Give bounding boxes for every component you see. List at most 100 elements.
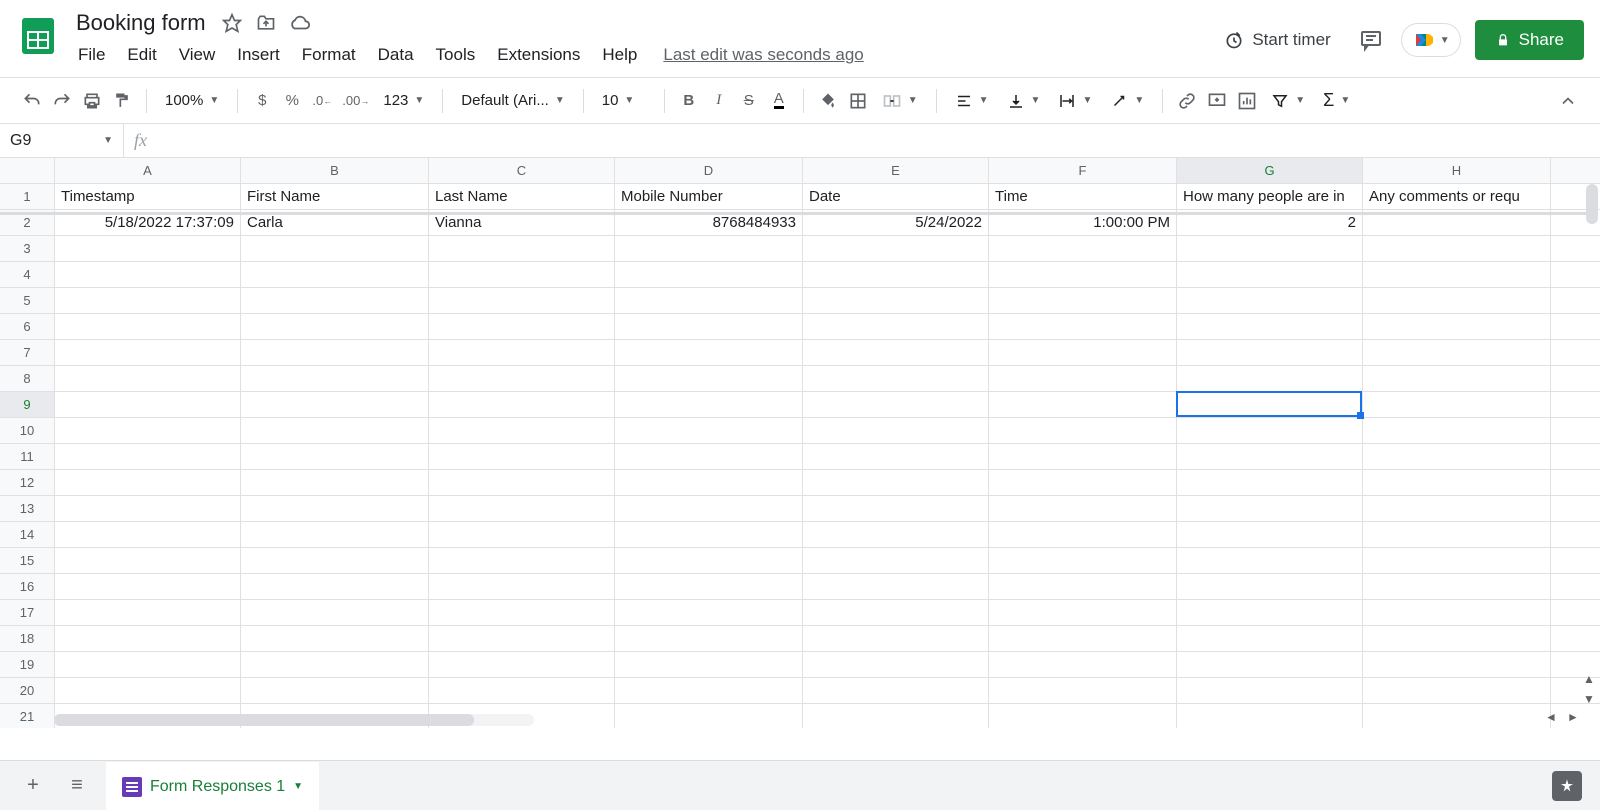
- spreadsheet-grid[interactable]: ABCDEFGH1TimestampFirst NameLast NameMob…: [0, 158, 1600, 728]
- cell[interactable]: [241, 366, 429, 392]
- cell[interactable]: [1363, 366, 1551, 392]
- cell[interactable]: [989, 262, 1177, 288]
- cell[interactable]: [1363, 470, 1551, 496]
- cell[interactable]: [1551, 288, 1600, 314]
- row-header[interactable]: 8: [0, 366, 55, 392]
- select-all-corner[interactable]: [0, 158, 55, 184]
- italic-button[interactable]: I: [705, 86, 733, 116]
- cell[interactable]: [803, 704, 989, 728]
- cell[interactable]: [1177, 574, 1363, 600]
- cell[interactable]: [1177, 496, 1363, 522]
- row-header[interactable]: 3: [0, 236, 55, 262]
- cell[interactable]: [989, 704, 1177, 728]
- cell[interactable]: [241, 600, 429, 626]
- cell[interactable]: [615, 366, 803, 392]
- cell[interactable]: [241, 652, 429, 678]
- cell[interactable]: [1551, 340, 1600, 366]
- cell[interactable]: [803, 418, 989, 444]
- cell[interactable]: [55, 392, 241, 418]
- cell[interactable]: [989, 626, 1177, 652]
- cell[interactable]: [803, 470, 989, 496]
- scroll-up-button[interactable]: ▲: [1580, 670, 1598, 688]
- menu-file[interactable]: File: [70, 41, 113, 69]
- link-button[interactable]: [1173, 86, 1201, 116]
- explore-button[interactable]: [1552, 771, 1582, 801]
- column-header[interactable]: A: [55, 158, 241, 184]
- cell[interactable]: [803, 340, 989, 366]
- scroll-down-button[interactable]: ▼: [1580, 690, 1598, 708]
- cell[interactable]: [1363, 496, 1551, 522]
- cell[interactable]: [1363, 262, 1551, 288]
- cell[interactable]: [803, 236, 989, 262]
- halign-button[interactable]: ▼: [947, 92, 997, 110]
- row-header[interactable]: 4: [0, 262, 55, 288]
- cell[interactable]: [55, 678, 241, 704]
- merge-button[interactable]: ▼: [874, 91, 926, 111]
- cell[interactable]: [55, 470, 241, 496]
- cell[interactable]: [989, 236, 1177, 262]
- cell[interactable]: [429, 392, 615, 418]
- cell[interactable]: [1551, 522, 1600, 548]
- cell[interactable]: [1551, 366, 1600, 392]
- row-header[interactable]: 7: [0, 340, 55, 366]
- cell[interactable]: [989, 340, 1177, 366]
- cell[interactable]: [1363, 522, 1551, 548]
- column-header[interactable]: C: [429, 158, 615, 184]
- cell[interactable]: [989, 470, 1177, 496]
- menu-help[interactable]: Help: [594, 41, 645, 69]
- cell[interactable]: [429, 418, 615, 444]
- row-header[interactable]: 17: [0, 600, 55, 626]
- cell[interactable]: [429, 626, 615, 652]
- cell[interactable]: [429, 678, 615, 704]
- comment-button[interactable]: [1203, 86, 1231, 116]
- cell[interactable]: [1177, 392, 1363, 418]
- currency-button[interactable]: $: [248, 86, 276, 116]
- cell[interactable]: [241, 548, 429, 574]
- cell[interactable]: [803, 652, 989, 678]
- row-header[interactable]: 10: [0, 418, 55, 444]
- cell[interactable]: [1177, 600, 1363, 626]
- cell[interactable]: [241, 340, 429, 366]
- cell[interactable]: [55, 522, 241, 548]
- cell[interactable]: [615, 392, 803, 418]
- cell[interactable]: [241, 314, 429, 340]
- redo-button[interactable]: [48, 86, 76, 116]
- cell[interactable]: [241, 522, 429, 548]
- cell[interactable]: [55, 288, 241, 314]
- cell[interactable]: [429, 314, 615, 340]
- cell[interactable]: [1177, 288, 1363, 314]
- cell[interactable]: [803, 444, 989, 470]
- cell[interactable]: [615, 470, 803, 496]
- cell[interactable]: [1363, 626, 1551, 652]
- cell[interactable]: [989, 522, 1177, 548]
- cell[interactable]: [1177, 678, 1363, 704]
- cell[interactable]: [55, 314, 241, 340]
- star-icon[interactable]: [220, 11, 244, 35]
- cell[interactable]: [429, 288, 615, 314]
- cell[interactable]: [241, 392, 429, 418]
- cell[interactable]: [615, 288, 803, 314]
- cell[interactable]: [1177, 548, 1363, 574]
- paint-format-button[interactable]: [108, 86, 136, 116]
- cell[interactable]: [615, 236, 803, 262]
- cell[interactable]: [989, 288, 1177, 314]
- row-header[interactable]: 13: [0, 496, 55, 522]
- cell[interactable]: [1363, 340, 1551, 366]
- chart-button[interactable]: [1233, 86, 1261, 116]
- cell[interactable]: [241, 418, 429, 444]
- meet-button[interactable]: ▼: [1401, 23, 1461, 57]
- cell[interactable]: [989, 600, 1177, 626]
- cell[interactable]: Time: [989, 184, 1177, 210]
- cell[interactable]: Mobile Number: [615, 184, 803, 210]
- start-timer-button[interactable]: Start timer: [1214, 24, 1340, 56]
- cell[interactable]: [1177, 626, 1363, 652]
- cell[interactable]: [241, 496, 429, 522]
- menu-extensions[interactable]: Extensions: [489, 41, 588, 69]
- undo-button[interactable]: [18, 86, 46, 116]
- cell[interactable]: [1363, 548, 1551, 574]
- cell[interactable]: [803, 314, 989, 340]
- cell[interactable]: [989, 678, 1177, 704]
- cell[interactable]: [615, 574, 803, 600]
- menu-view[interactable]: View: [171, 41, 224, 69]
- column-header[interactable]: H: [1363, 158, 1551, 184]
